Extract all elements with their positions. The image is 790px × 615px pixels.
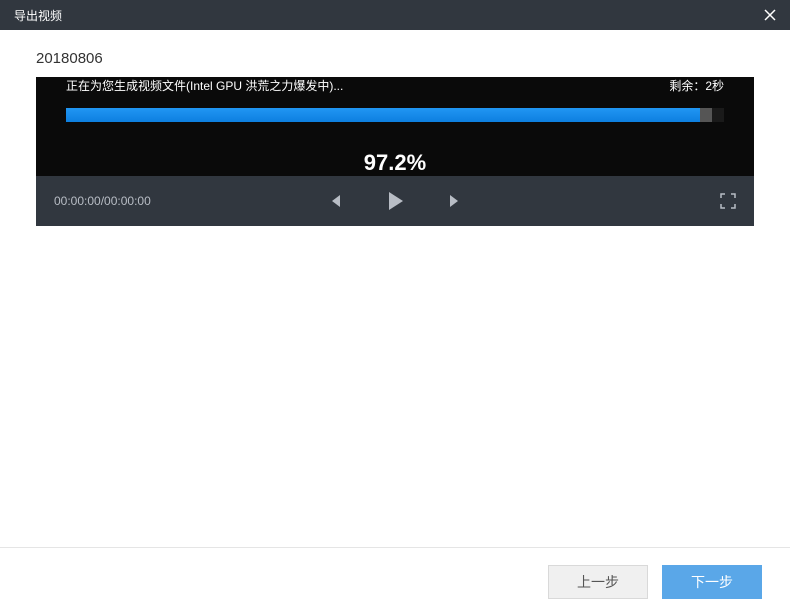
prev-track-icon — [327, 193, 343, 209]
footer: 上一步 下一步 — [0, 547, 790, 615]
video-title: 20180806 — [36, 50, 754, 67]
next-step-button[interactable]: 下一步 — [662, 565, 762, 599]
prev-track-button[interactable] — [327, 193, 343, 209]
play-icon — [383, 189, 407, 213]
progress-fill — [66, 108, 706, 122]
play-button[interactable] — [383, 189, 407, 213]
titlebar-text: 导出视频 — [14, 7, 62, 24]
progress-bar[interactable] — [66, 108, 724, 122]
player-controls: 00:00:00/00:00:00 — [36, 176, 754, 226]
center-controls — [327, 189, 463, 213]
next-track-icon — [447, 193, 463, 209]
next-track-button[interactable] — [447, 193, 463, 209]
content-area: 20180806 正在为您生成视频文件(Intel GPU 洪荒之力爆发中)..… — [0, 30, 790, 547]
remaining-text: 剩余：2秒 — [669, 77, 724, 94]
close-button[interactable] — [760, 5, 780, 25]
time-display: 00:00:00/00:00:00 — [54, 194, 151, 208]
titlebar: 导出视频 — [0, 0, 790, 30]
video-area: 正在为您生成视频文件(Intel GPU 洪荒之力爆发中)... 剩余：2秒 9… — [36, 77, 754, 226]
status-text: 正在为您生成视频文件(Intel GPU 洪荒之力爆发中)... — [66, 77, 343, 94]
fullscreen-button[interactable] — [720, 193, 736, 209]
close-icon — [763, 8, 777, 22]
video-canvas: 正在为您生成视频文件(Intel GPU 洪荒之力爆发中)... 剩余：2秒 9… — [36, 77, 754, 176]
progress-percent: 97.2% — [364, 150, 426, 176]
progress-knob[interactable] — [700, 108, 712, 122]
status-row: 正在为您生成视频文件(Intel GPU 洪荒之力爆发中)... 剩余：2秒 — [66, 77, 724, 94]
fullscreen-icon — [720, 193, 736, 209]
prev-step-button[interactable]: 上一步 — [548, 565, 648, 599]
